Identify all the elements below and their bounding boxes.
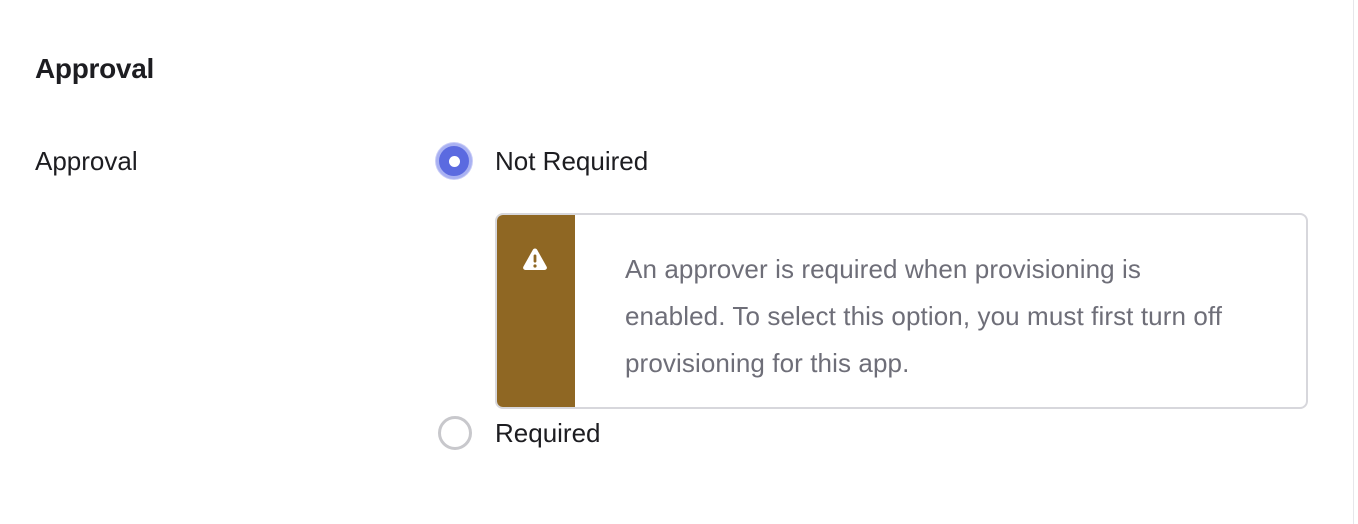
approval-settings-page: Approval Approval Not Required An approv… xyxy=(0,0,1358,524)
radio-option-not-required[interactable]: Not Required xyxy=(436,143,648,179)
warning-icon xyxy=(523,248,547,270)
approval-field-label: Approval xyxy=(35,146,138,176)
page-divider xyxy=(1353,0,1354,524)
radio-button-not-required[interactable] xyxy=(436,143,472,179)
callout-message: An approver is required when provisionin… xyxy=(625,254,1223,378)
section-title: Approval xyxy=(35,53,154,84)
radio-button-required[interactable] xyxy=(438,416,472,450)
radio-option-required[interactable]: Required xyxy=(436,416,601,450)
callout-accent-stripe xyxy=(497,215,575,407)
provisioning-warning-callout: An approver is required when provisionin… xyxy=(495,213,1308,409)
radio-label-required[interactable]: Required xyxy=(495,417,601,449)
radio-label-not-required[interactable]: Not Required xyxy=(495,145,648,177)
